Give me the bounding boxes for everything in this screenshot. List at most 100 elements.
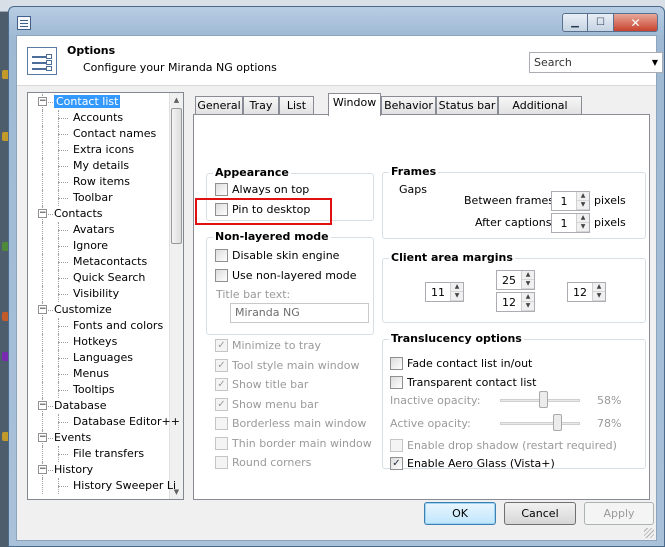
tree-category[interactable]: Customize [54,302,112,318]
tree-item[interactable]: Tooltips [73,382,114,398]
tree-category[interactable]: Contact list [54,94,121,110]
tree-item[interactable]: Row items [73,174,130,190]
tree-item[interactable]: Accounts [73,110,123,126]
checkbox-box[interactable] [390,438,403,452]
collapse-icon[interactable]: − [38,433,47,442]
tree-scrollbar[interactable]: ▲ ▼ [169,93,183,499]
spin-down-icon[interactable]: ▼ [522,280,534,289]
spin-up-icon[interactable]: ▲ [522,271,534,280]
checkbox-box[interactable] [215,182,228,196]
tree-item[interactable]: Languages [73,350,133,366]
window-menu-icon[interactable] [17,16,31,30]
checkbox-box[interactable]: ✓ [390,456,403,470]
spin-down-icon[interactable]: ▼ [577,223,589,232]
tab-list[interactable]: List [279,96,314,115]
checkbox-box[interactable] [390,356,403,370]
checkbox-box[interactable] [215,455,228,469]
tree-category[interactable]: Contacts [54,206,103,222]
checkbox-box[interactable] [215,436,228,450]
tree-item[interactable]: File transfers [73,446,144,462]
collapse-icon[interactable]: − [38,305,47,314]
slider-thumb[interactable] [539,391,548,408]
transparent-contact-list-checkbox[interactable]: Transparent contact list [390,374,536,390]
tree-item[interactable]: My details [73,158,129,174]
spin-down-icon[interactable]: ▼ [451,292,463,301]
maximize-button[interactable]: ☐ [588,13,614,32]
options-tree[interactable]: ▲ ▼ Contact list − Accounts Contact names Ex… [27,92,184,500]
spin-up-icon[interactable]: ▲ [522,293,534,302]
title-bar[interactable]: ▁ ☐ ✕ [9,7,664,35]
tab-behavior[interactable]: Behavior [381,96,436,115]
apply-button[interactable]: Apply [584,502,654,525]
tab-window[interactable]: Window [328,93,381,116]
minimize-to-tray-checkbox[interactable]: ✓ Minimize to tray [215,337,321,353]
tree-category[interactable]: History [54,462,93,478]
collapse-icon[interactable]: − [38,209,47,218]
scroll-thumb[interactable] [171,108,182,244]
spin-down-icon[interactable]: ▼ [522,302,534,311]
checkbox-box[interactable]: ✓ [215,397,228,411]
spin-up-icon[interactable]: ▲ [451,283,463,292]
collapse-icon[interactable]: − [38,401,47,410]
chevron-down-icon[interactable]: ▼ [652,58,658,67]
tree-item[interactable]: Contact names [73,126,156,142]
tool-style-window-checkbox[interactable]: ✓ Tool style main window [215,357,359,373]
tree-category[interactable]: Events [54,430,91,446]
tree-item[interactable]: History Sweeper Li [73,478,176,494]
checkbox-box[interactable]: ✓ [215,377,228,391]
tree-item[interactable]: Ignore [73,238,108,254]
checkbox-box[interactable] [390,375,403,389]
tab-additional-stuff[interactable]: Additional stuff [498,96,582,129]
tab-general[interactable]: General [195,96,243,115]
spin-up-icon[interactable]: ▲ [577,214,589,223]
tree-category[interactable]: Database [54,398,107,414]
spin-down-icon[interactable]: ▼ [577,201,589,210]
checkbox-box[interactable] [215,268,228,282]
borderless-window-checkbox[interactable]: Borderless main window [215,415,366,431]
always-on-top-checkbox[interactable]: Always on top [215,181,309,197]
active-opacity-slider[interactable] [500,414,580,432]
search-combo[interactable]: Search ▼ [529,52,663,73]
show-menu-bar-checkbox[interactable]: ✓ Show menu bar [215,396,318,412]
title-bar-text-input[interactable]: Miranda NG [230,303,369,323]
spin-up-icon[interactable]: ▲ [577,192,589,201]
close-button[interactable]: ✕ [614,13,658,32]
tree-item[interactable]: Database Editor++ [73,414,180,430]
after-captions-spinner[interactable]: 1 ▲ ▼ [551,213,590,233]
between-frames-spinner[interactable]: 1 ▲ ▼ [551,191,590,211]
tree-item[interactable]: Visibility [73,286,119,302]
aero-glass-checkbox[interactable]: ✓ Enable Aero Glass (Vista+) [390,455,555,471]
tree-item[interactable]: Avatars [73,222,114,238]
use-non-layered-checkbox[interactable]: Use non-layered mode [215,267,357,283]
checkbox-box[interactable] [215,248,228,262]
scroll-up-icon[interactable]: ▲ [170,93,183,107]
tree-item[interactable]: Hotkeys [73,334,117,350]
slider-thumb[interactable] [553,414,562,431]
drop-shadow-checkbox[interactable]: Enable drop shadow (restart required) [390,437,617,453]
checkbox-box[interactable] [215,416,228,430]
thin-border-window-checkbox[interactable]: Thin border main window [215,435,372,451]
margin-bottom-spinner[interactable]: 12 ▲ ▼ [496,292,535,312]
collapse-icon[interactable]: − [38,97,47,106]
spin-down-icon[interactable]: ▼ [593,292,605,301]
tree-item[interactable]: Toolbar [73,190,113,206]
margin-right-spinner[interactable]: 12 ▲ ▼ [567,282,606,302]
checkbox-box[interactable]: ✓ [215,338,228,352]
tree-item[interactable]: Metacontacts [73,254,147,270]
tree-item[interactable]: Menus [73,366,109,382]
cancel-button[interactable]: Cancel [504,502,576,525]
checkbox-box[interactable]: ✓ [215,358,228,372]
margin-left-spinner[interactable]: 11 ▲ ▼ [425,282,464,302]
ok-button[interactable]: OK [424,502,496,525]
margin-top-spinner[interactable]: 25 ▲ ▼ [496,270,535,290]
round-corners-checkbox[interactable]: Round corners [215,454,311,470]
tree-item[interactable]: Extra icons [73,142,134,158]
tree-item[interactable]: Fonts and colors [73,318,163,334]
minimize-button[interactable]: ▁ [562,13,588,32]
show-title-bar-checkbox[interactable]: ✓ Show title bar [215,376,308,392]
tree-item[interactable]: Quick Search [73,270,145,286]
inactive-opacity-slider[interactable] [500,391,580,409]
resize-grip[interactable] [644,528,654,538]
tab-tray[interactable]: Tray [243,96,279,115]
spin-up-icon[interactable]: ▲ [593,283,605,292]
